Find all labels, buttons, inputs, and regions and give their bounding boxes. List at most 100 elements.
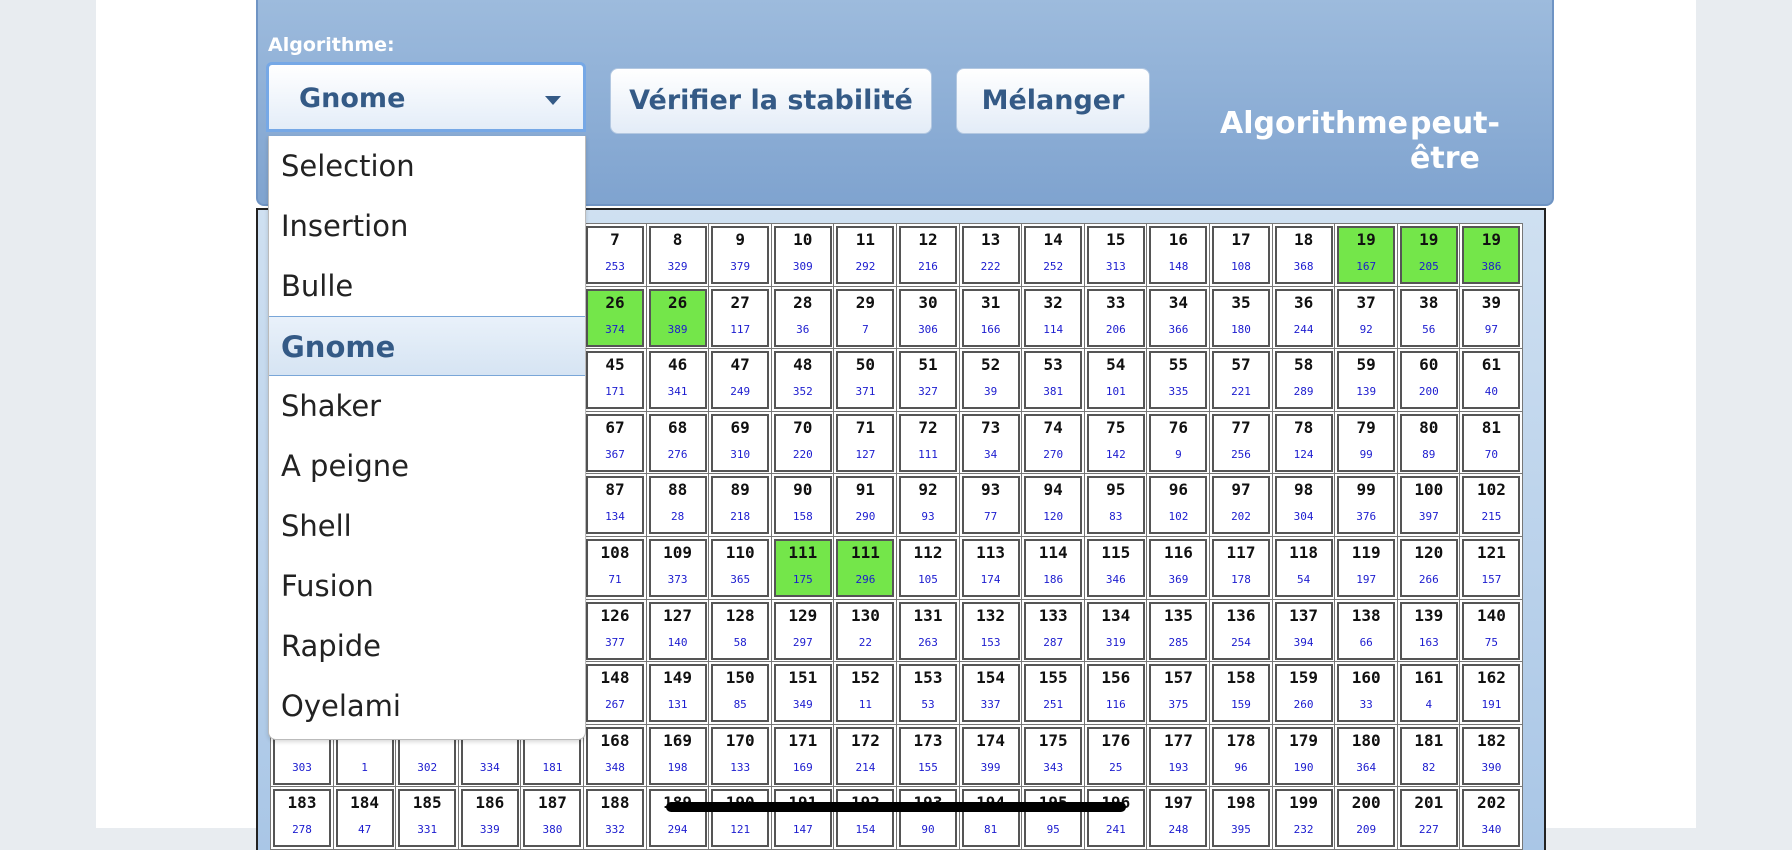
cell-key: 170 xyxy=(725,730,755,750)
grid-cell: 76 9 xyxy=(1149,413,1208,472)
cell-key: 61 xyxy=(1481,355,1502,375)
cell-key: 199 xyxy=(1289,793,1319,813)
cell-key: 30 xyxy=(918,292,938,312)
cell-value: 155 xyxy=(918,760,938,774)
grid-cell: 140 75 xyxy=(1462,601,1521,660)
grid-cell: 95 83 xyxy=(1086,476,1145,535)
cell-value: 379 xyxy=(730,260,751,273)
grid-cell: 110 365 xyxy=(711,539,770,597)
cell-key: 7 xyxy=(610,230,620,249)
grid-cell: 19595 xyxy=(1024,789,1083,848)
cell-value: 365 xyxy=(730,573,751,586)
cell-value: 101 xyxy=(1105,385,1126,399)
cell-key: 59 xyxy=(1356,355,1376,375)
dropdown-option[interactable]: Insertion xyxy=(269,196,585,256)
cell-value: 348 xyxy=(605,760,625,774)
cell-key: 39 xyxy=(1481,292,1502,312)
algorithm-select[interactable]: Gnome xyxy=(266,62,586,132)
cell-key: 46 xyxy=(667,355,688,375)
cell-value: 380 xyxy=(542,823,563,837)
cell-value: 139 xyxy=(1356,385,1377,399)
grid-cell: 154 337 xyxy=(961,664,1020,723)
dropdown-option[interactable]: Selection xyxy=(269,136,585,196)
chevron-down-icon xyxy=(545,96,561,105)
cell-key: 91 xyxy=(855,480,876,500)
dropdown-option[interactable]: Fusion xyxy=(269,556,585,616)
grid-cell: 152 11 xyxy=(836,664,895,723)
grid-cell: 38 56 xyxy=(1399,288,1458,347)
verify-stability-button[interactable]: Vérifier la stabilité xyxy=(610,68,932,134)
cell-key: 73 xyxy=(980,417,1001,437)
cell-value: 227 xyxy=(1418,823,1439,837)
cell-value: 190 xyxy=(1293,760,1314,774)
cell-value: 294 xyxy=(667,823,688,837)
cell-key: 202 xyxy=(1476,793,1506,813)
dropdown-option[interactable]: Rapide xyxy=(269,616,585,676)
cell-value: 287 xyxy=(1043,635,1064,649)
cell-key: 180 xyxy=(1351,730,1381,750)
cell-value: 341 xyxy=(667,385,688,399)
grid-cell: 130 22 xyxy=(836,601,895,660)
grid-cell: 133 287 xyxy=(1024,601,1083,660)
grid-cell: 59 139 xyxy=(1337,351,1396,410)
cell-value: 335 xyxy=(1168,385,1189,399)
grid-cell: 78 124 xyxy=(1274,413,1333,472)
grid-cell: 29 7 xyxy=(836,288,895,347)
cell-key: 96 xyxy=(1168,480,1189,500)
cell-value: 306 xyxy=(918,322,938,336)
cell-value: 70 xyxy=(1484,447,1499,461)
cell-value: 364 xyxy=(1356,760,1377,774)
cell-key: 90 xyxy=(793,480,813,500)
grid-cell: 39 97 xyxy=(1462,288,1521,347)
grid-cell: 129 297 xyxy=(773,601,832,660)
cell-key: 50 xyxy=(855,355,876,375)
cell-value: 304 xyxy=(1293,510,1314,524)
cell-value: 47 xyxy=(357,823,372,837)
dropdown-option[interactable]: Bulle xyxy=(269,256,585,316)
cell-key: 162 xyxy=(1476,668,1506,688)
grid-cell: 185 331 xyxy=(398,789,457,848)
grid-cell: 100 397 xyxy=(1399,476,1458,535)
cell-key: 31 xyxy=(980,292,1001,312)
dropdown-option[interactable]: Gnome xyxy=(269,316,585,376)
shuffle-button[interactable]: Mélanger xyxy=(956,68,1150,134)
grid-cell: 55 335 xyxy=(1149,351,1208,410)
cell-key: 174 xyxy=(976,730,1006,750)
cell-value: 389 xyxy=(667,322,688,336)
dropdown-option[interactable]: Shell xyxy=(269,496,585,556)
dropdown-option[interactable]: A peigne xyxy=(269,436,585,496)
cell-key: 127 xyxy=(663,605,693,625)
grid-cell: 17 108 xyxy=(1212,226,1270,284)
grid-cell: 173 155 xyxy=(899,726,957,785)
cell-key: 187 xyxy=(537,793,567,813)
cell-key: 45 xyxy=(605,355,625,375)
cell-value: 83 xyxy=(1109,510,1123,524)
cell-key: 118 xyxy=(1289,543,1319,562)
grid-cell: 46 341 xyxy=(648,351,707,410)
cell-key: 37 xyxy=(1356,292,1376,312)
cell-value: 329 xyxy=(667,260,688,273)
cell-value: 133 xyxy=(730,760,751,774)
grid-cell: 174 399 xyxy=(961,726,1020,785)
dropdown-option[interactable]: Oyelami xyxy=(269,676,585,736)
cell-key: 17 xyxy=(1231,230,1251,249)
cell-key: 169 xyxy=(663,730,693,750)
grid-cell: 93 77 xyxy=(961,476,1020,535)
grid-cell: 99 376 xyxy=(1337,476,1396,535)
cell-key: 111 xyxy=(850,543,880,562)
grid-cell: 151 349 xyxy=(773,664,832,723)
grid-cell: 88 28 xyxy=(648,476,707,535)
dropdown-option[interactable]: Shaker xyxy=(269,376,585,436)
cell-key: 69 xyxy=(730,417,750,437)
grid-cell: 94 120 xyxy=(1024,476,1083,535)
cell-key: 177 xyxy=(1163,730,1193,750)
cell-key: 172 xyxy=(850,730,880,750)
cell-value: 399 xyxy=(980,760,1001,774)
cell-key: 121 xyxy=(1476,543,1506,562)
grid-cell: 121 157 xyxy=(1462,539,1521,597)
cell-key: 132 xyxy=(976,605,1006,625)
grid-cell: 30 306 xyxy=(899,288,957,347)
cell-key: 114 xyxy=(1038,543,1068,562)
cell-key: 97 xyxy=(1231,480,1251,500)
cell-value: 218 xyxy=(730,510,751,524)
